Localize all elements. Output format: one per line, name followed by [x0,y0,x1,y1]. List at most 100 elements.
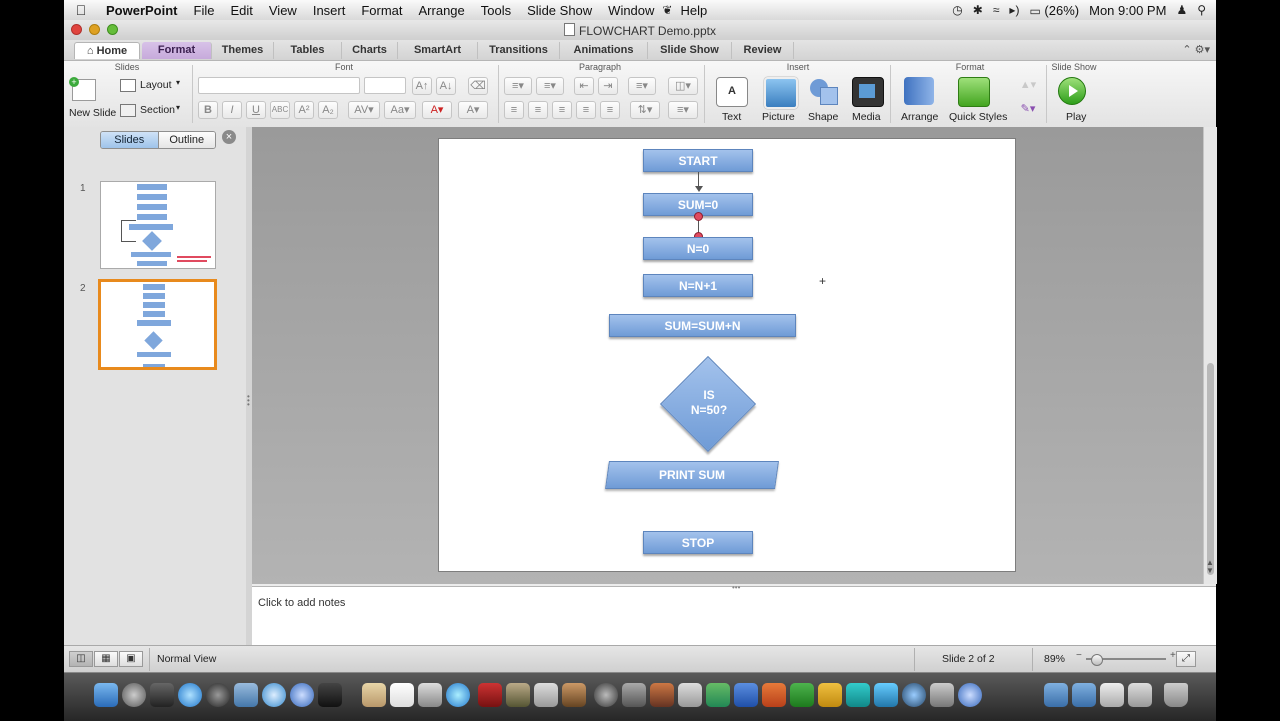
text-direction-button[interactable]: ⇅▾ [630,101,660,119]
documents-folder-icon[interactable] [1072,683,1096,707]
clock[interactable]: Mon 9:00 PM [1089,3,1166,18]
font-size-select[interactable] [364,77,406,94]
flowchart-output[interactable]: PRINT SUM [605,461,779,489]
menu-app-name[interactable]: PowerPoint [98,3,186,18]
font-name-select[interactable] [198,77,360,94]
slide-sorter-view-button[interactable]: ▦ [94,651,118,667]
insert-media-button[interactable]: Media [848,77,888,125]
utility-icon[interactable] [930,683,954,707]
scrollbar-thumb[interactable] [1207,363,1214,575]
search-app-icon[interactable] [958,683,982,707]
arrange-button[interactable]: Arrange [898,77,942,125]
align-left-button[interactable]: ≡ [504,101,524,119]
communicator-icon[interactable] [846,683,870,707]
stack-icon[interactable] [1128,683,1152,707]
menu-window[interactable]: Window [600,3,662,18]
wifi-icon[interactable]: ≈ [993,3,1000,17]
network-icon[interactable] [902,683,926,707]
tab-format[interactable]: Format [142,42,212,59]
outlook-icon[interactable] [818,683,842,707]
tab-outline[interactable]: Outline [157,132,215,148]
safari-icon[interactable] [262,683,286,707]
iphoto-icon[interactable] [418,683,442,707]
play-button[interactable]: Play [1054,77,1094,125]
tab-slides-thumbnails[interactable]: Slides [101,132,158,148]
tab-tables[interactable]: Tables [274,42,342,59]
menu-help[interactable]: Help [672,3,715,18]
word-icon[interactable] [734,683,758,707]
superscript-button[interactable]: A² [294,101,314,119]
applications-folder-icon[interactable] [1044,683,1068,707]
shape-outline-icon[interactable]: ✎▾ [1014,101,1042,119]
subscript-button[interactable]: A₂ [318,101,338,119]
new-slide-button[interactable]: + New Slide [68,76,116,124]
flowchart-n-init[interactable]: N=0 [643,237,753,260]
numbering-button[interactable]: ≡▾ [536,77,564,95]
insert-picture-button[interactable]: Picture [756,77,802,125]
menu-slide-show[interactable]: Slide Show [519,3,600,18]
tab-charts[interactable]: Charts [342,42,398,59]
messenger-icon[interactable] [874,683,898,707]
flowchart-sum-update[interactable]: SUM=SUM+N [609,314,796,337]
script-editor-icon[interactable] [678,683,702,707]
launchpad-icon[interactable] [122,683,146,707]
flowchart-stop[interactable]: STOP [643,531,753,554]
quick-styles-button[interactable]: Quick Styles [948,77,1008,125]
excel-icon[interactable] [790,683,814,707]
time-machine-icon[interactable]: ◷ [952,3,962,17]
system-preferences-icon[interactable] [622,683,646,707]
imovie-icon[interactable] [506,683,530,707]
ribbon-collapse-icon[interactable]: ⌃ ⚙▾ [1182,43,1210,56]
slide-canvas[interactable]: START SUM=0 N=0 N=N+1 SUM=SUM+N IS N=50?… [438,138,1016,572]
normal-view-button[interactable]: ◫ [69,651,93,667]
menu-view[interactable]: View [261,3,305,18]
menu-format[interactable]: Format [353,3,410,18]
bullets-button[interactable]: ≡▾ [504,77,532,95]
insert-text-button[interactable]: A Text [712,77,752,125]
highlight-color-button[interactable]: A▾ [458,101,488,119]
fit-to-window-icon[interactable]: ⤢ [1176,651,1196,667]
time-machine-app-icon[interactable] [594,683,618,707]
tab-home[interactable]: ⌂ Home [74,42,140,59]
photo-app-icon[interactable] [478,683,502,707]
volume-icon[interactable]: ▸) [1009,3,1019,17]
align-right-button[interactable]: ≡ [552,101,572,119]
decrease-indent-button[interactable]: ⇤ [574,77,594,95]
section-button[interactable]: Section ▾ [120,102,186,120]
align-text-button[interactable]: ≡▾ [668,101,698,119]
tab-themes[interactable]: Themes [212,42,274,59]
bluetooth-icon[interactable]: ✱ [973,3,983,17]
character-spacing-button[interactable]: AV▾ [348,101,380,119]
flowchart-start[interactable]: START [643,149,753,172]
app-icon[interactable] [650,683,674,707]
script-menu-icon[interactable]: ❦ [662,3,672,17]
increase-indent-button[interactable]: ⇥ [598,77,618,95]
clear-formatting-icon[interactable]: ⌫ [468,77,488,95]
close-panel-icon[interactable]: × [222,130,236,144]
flowchart-increment[interactable]: N=N+1 [643,274,753,297]
spotlight-search-icon[interactable]: ⚲ [1197,3,1206,17]
change-case-button[interactable]: Aa▾ [384,101,416,119]
mission-control-icon[interactable] [150,683,174,707]
user-icon[interactable]: ♟ [1176,3,1187,17]
zoom-percent[interactable]: 89% [1044,653,1065,665]
zoom-slider-knob[interactable] [1091,654,1103,666]
slide-thumbnail-1[interactable] [100,181,216,269]
layout-button[interactable]: Layout ▾ [120,77,186,95]
slide-show-view-button[interactable]: ▣ [119,651,143,667]
distributed-button[interactable]: ≡ [600,101,620,119]
vertical-scrollbar[interactable]: ▲ ▼ [1203,127,1217,584]
shape-fill-icon[interactable]: ▲▾ [1014,77,1042,95]
trash-icon[interactable] [1164,683,1188,707]
strikethrough-button[interactable]: ABC [270,101,290,119]
connector-handle[interactable] [694,212,703,221]
scroll-arrows-icon[interactable]: ▲ ▼ [1206,559,1214,575]
garageband-icon[interactable] [562,683,586,707]
underline-button[interactable]: U [246,101,266,119]
notes-pane[interactable]: ••• Click to add notes [252,583,1216,646]
tab-animations[interactable]: Animations [560,42,648,59]
chart-app-icon[interactable] [706,683,730,707]
battery-indicator[interactable]: ▭ (26%) [1029,3,1079,18]
xcode-icon[interactable] [534,683,558,707]
powerpoint-icon[interactable] [762,683,786,707]
